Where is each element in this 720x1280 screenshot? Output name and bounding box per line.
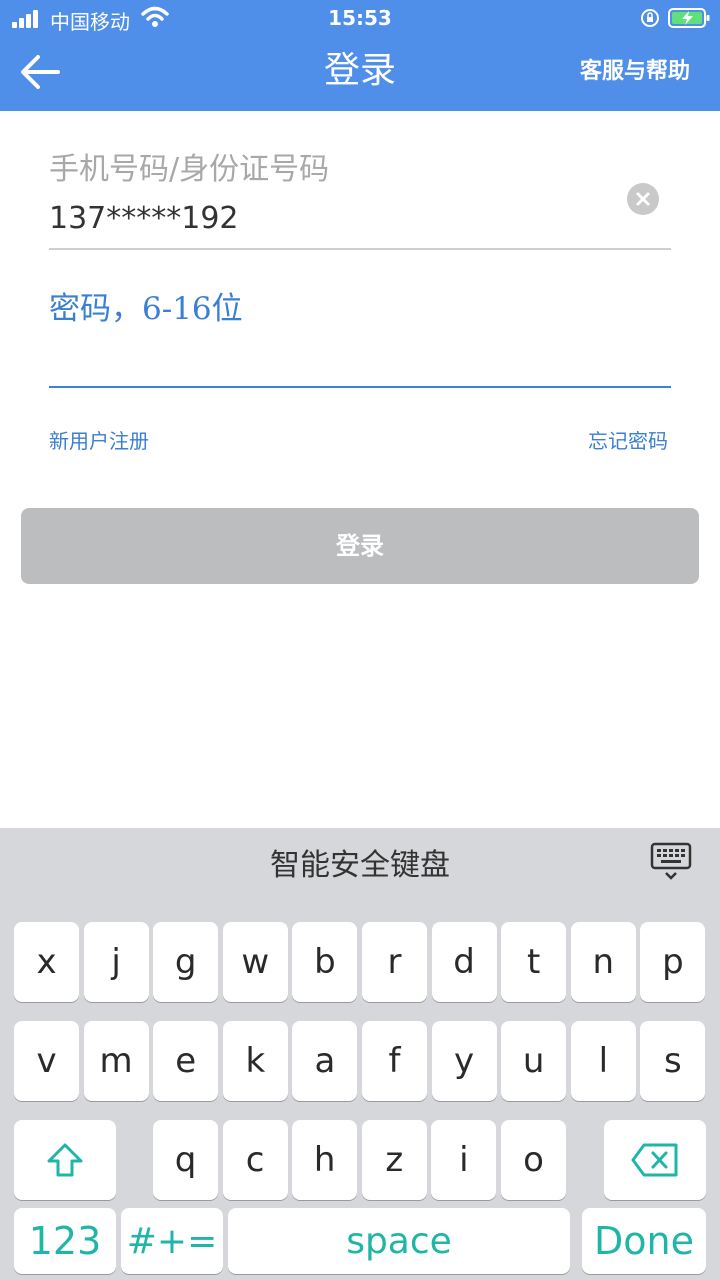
done-key[interactable]: Done: [582, 1208, 706, 1274]
help-link[interactable]: 客服与帮助: [580, 58, 690, 86]
key-m[interactable]: m: [83, 1021, 149, 1101]
delete-key[interactable]: [604, 1120, 706, 1200]
key-h[interactable]: h: [292, 1120, 358, 1200]
space-key[interactable]: space: [228, 1208, 570, 1274]
symbols-key[interactable]: #+=: [121, 1208, 223, 1274]
status-time: 15:53: [328, 6, 392, 30]
key-g[interactable]: g: [153, 922, 219, 1002]
key-o[interactable]: o: [501, 1120, 566, 1200]
key-w[interactable]: w: [222, 922, 288, 1002]
key-k[interactable]: k: [222, 1021, 288, 1101]
password-field-label: 密码，6-16位: [49, 291, 243, 327]
battery-icon: [668, 8, 710, 28]
hide-keyboard-icon[interactable]: [650, 842, 692, 882]
key-z[interactable]: z: [361, 1120, 427, 1200]
key-b[interactable]: b: [292, 922, 358, 1002]
key-v[interactable]: v: [14, 1021, 79, 1101]
password-input[interactable]: [49, 335, 671, 385]
account-underline: [49, 248, 671, 250]
header-bar: 中国移动 15:53 登录 客服与帮助: [0, 0, 720, 111]
key-t[interactable]: t: [501, 922, 567, 1002]
key-d[interactable]: d: [431, 922, 497, 1002]
key-i[interactable]: i: [431, 1120, 497, 1200]
account-input[interactable]: 137*****192: [49, 199, 239, 239]
register-link[interactable]: 新用户注册: [49, 428, 149, 454]
key-c[interactable]: c: [222, 1120, 288, 1200]
key-p[interactable]: p: [640, 922, 706, 1002]
key-f[interactable]: f: [362, 1021, 427, 1101]
key-n[interactable]: n: [570, 922, 636, 1002]
password-underline: [49, 386, 671, 388]
status-bar: 中国移动 15:53: [0, 0, 720, 36]
key-l[interactable]: l: [570, 1021, 636, 1101]
key-s[interactable]: s: [640, 1021, 706, 1101]
key-r[interactable]: r: [362, 922, 427, 1002]
shift-key[interactable]: [14, 1120, 116, 1200]
account-field-label: 手机号码/身份证号码: [49, 152, 330, 187]
key-j[interactable]: j: [83, 922, 149, 1002]
key-q[interactable]: q: [153, 1120, 218, 1200]
key-u[interactable]: u: [501, 1021, 567, 1101]
key-y[interactable]: y: [431, 1021, 497, 1101]
forgot-password-link[interactable]: 忘记密码: [588, 428, 668, 454]
numbers-key[interactable]: 123: [14, 1208, 116, 1274]
clear-icon[interactable]: [627, 183, 659, 215]
keyboard-title: 智能安全键盘: [270, 848, 450, 883]
key-x[interactable]: x: [14, 922, 79, 1002]
secure-keyboard: 智能安全键盘 123 #+= space Done xjgwbrdtnp vmek…: [0, 828, 720, 1280]
login-button[interactable]: 登录: [21, 508, 699, 584]
key-a[interactable]: a: [292, 1021, 358, 1101]
key-e[interactable]: e: [153, 1021, 219, 1101]
rotation-lock-icon: [641, 9, 659, 27]
